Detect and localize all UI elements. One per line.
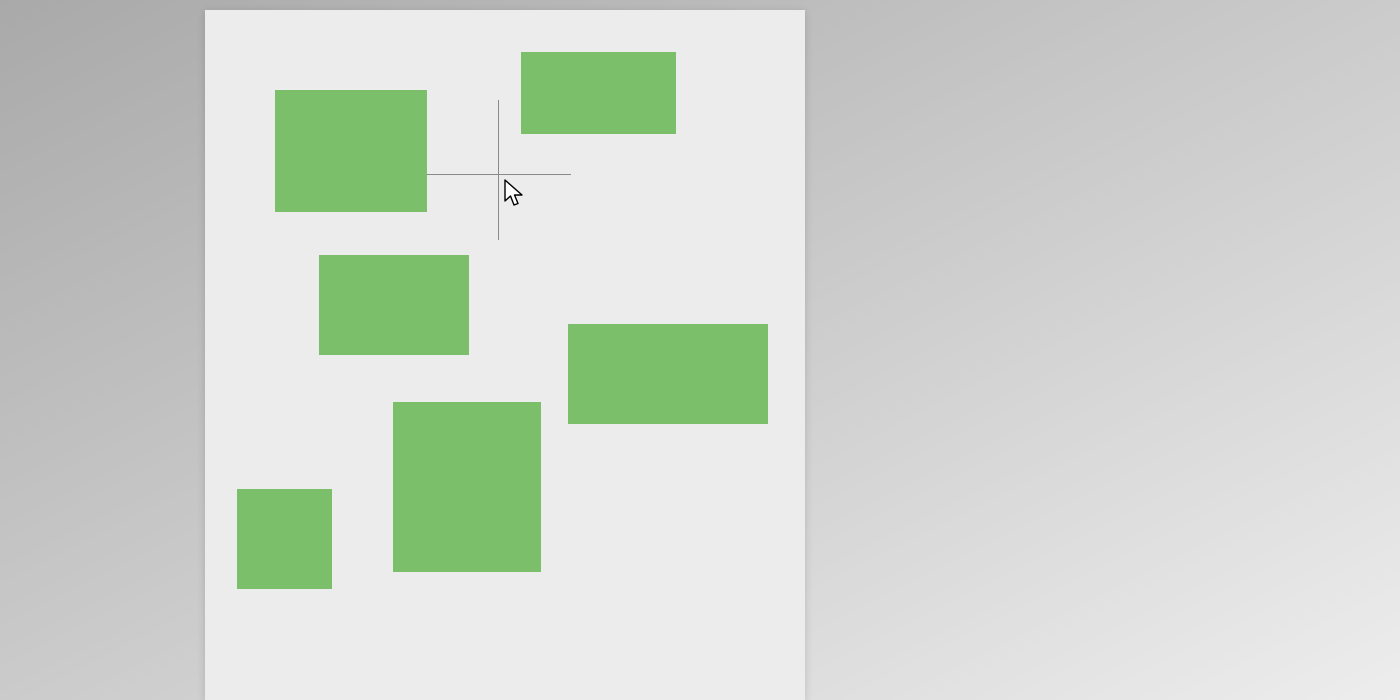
smart-guide-vertical [498,100,499,240]
smart-guide-horizontal [427,174,571,175]
rectangle-shape[interactable] [568,324,768,424]
rectangle-shape[interactable] [319,255,469,355]
rectangle-shape[interactable] [393,402,541,572]
rectangle-shape[interactable] [275,90,427,212]
rectangle-shape[interactable] [521,52,676,134]
rectangle-shape[interactable] [237,489,332,589]
editor-viewport[interactable] [0,0,1400,700]
